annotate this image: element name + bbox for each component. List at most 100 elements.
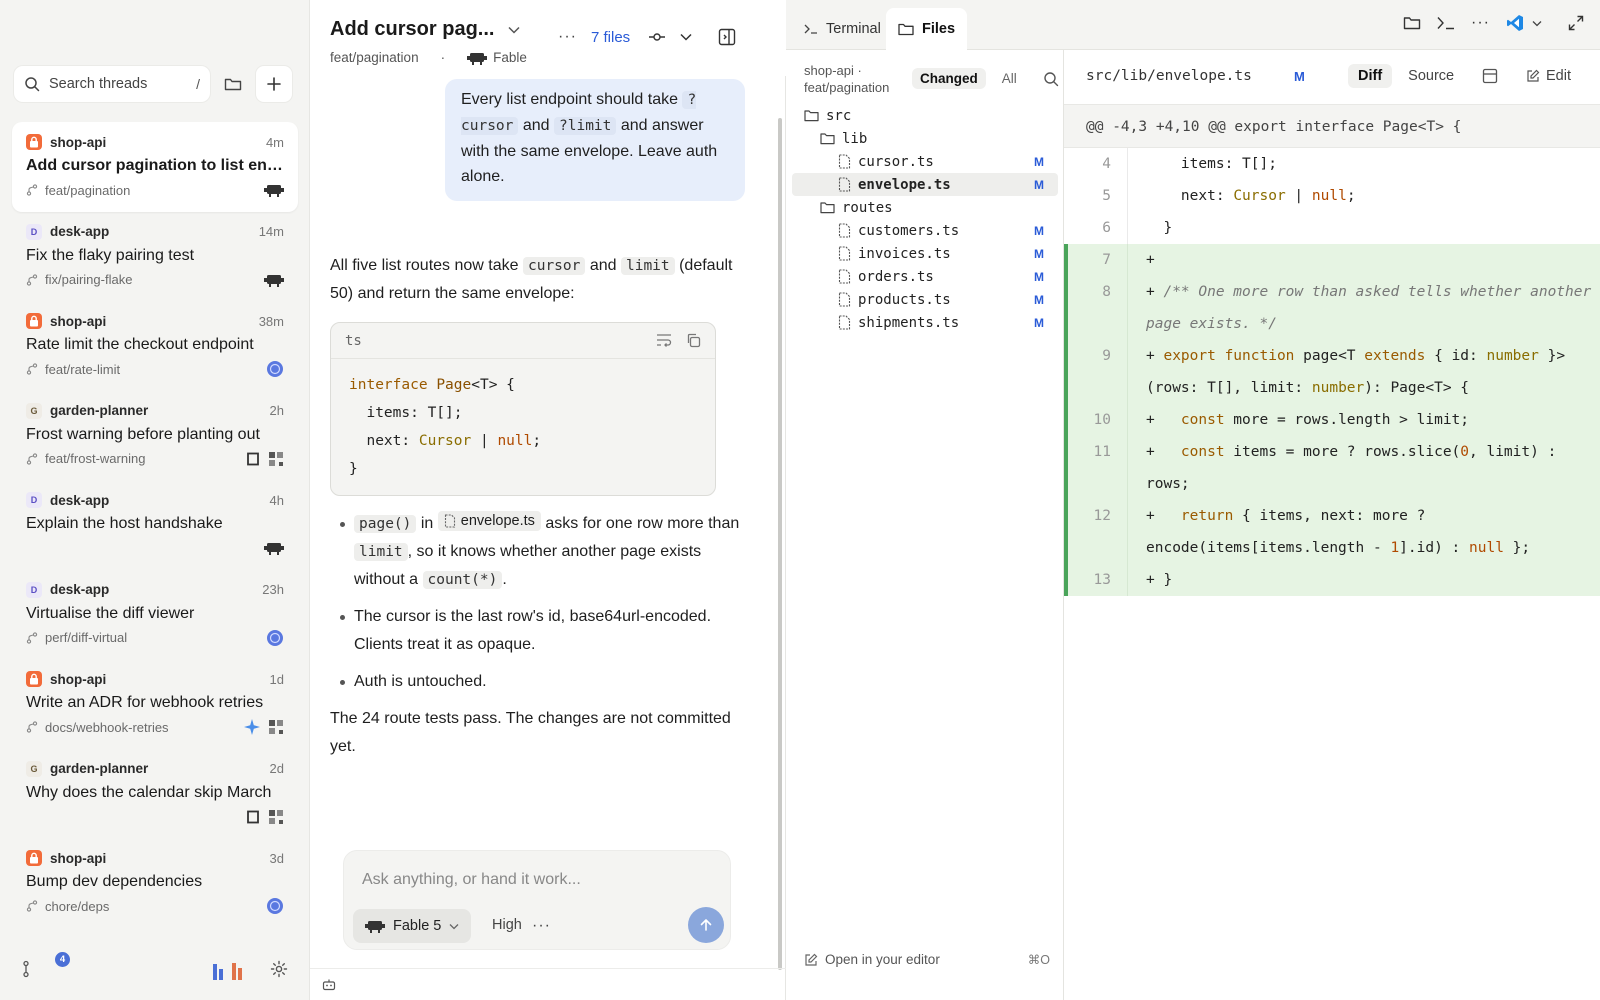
panel-tabbar: Terminal Files ··· — [786, 0, 1600, 50]
search-input[interactable]: Search threads / — [14, 66, 210, 102]
tree-file-cursor[interactable]: cursor.ts M — [786, 150, 1064, 173]
pencil-square-icon — [804, 953, 818, 967]
thread-item[interactable]: Ddesk-app 23h Virtualise the diff viewer pe… — [12, 570, 298, 660]
file-chip[interactable]: envelope.ts — [437, 511, 541, 531]
search-icon[interactable] — [1043, 71, 1059, 87]
settings-button[interactable] — [270, 960, 288, 978]
thread-project: Ddesk-app — [26, 581, 109, 598]
composer-input[interactable]: Ask anything, or hand it work... — [362, 871, 581, 889]
git-branch-icon — [26, 900, 38, 912]
thread-item[interactable]: shop-api 38m Rate limit the checkout endpo… — [12, 301, 298, 391]
thread-title[interactable]: Add cursor pag... — [330, 18, 520, 41]
user-text: and — [522, 117, 550, 134]
thread-item[interactable]: shop-api 1d Write an ADR for webhook retri… — [12, 659, 298, 749]
toggle-panel-icon[interactable] — [718, 28, 736, 46]
open-in-editor-button[interactable]: Open in your editor ⌘O — [804, 952, 1050, 967]
tree-folder-src[interactable]: src — [786, 104, 1064, 127]
tree-folder-routes[interactable]: routes — [786, 196, 1064, 219]
project-badge: D — [26, 223, 42, 240]
tree-file-customers[interactable]: customers.ts M — [786, 219, 1064, 242]
code-language: ts — [345, 332, 362, 349]
thread-item[interactable]: shop-api 3d Bump dev dependencies chore/dep… — [12, 838, 298, 928]
tree-file-envelope[interactable]: envelope.ts M — [792, 173, 1058, 196]
thread-project: shop-api — [26, 134, 106, 150]
robot-icon — [264, 273, 284, 287]
thread-title: Rate limit the checkout endpoint — [26, 336, 254, 353]
thread-item[interactable]: shop-api 4m Add cursor pagination to list … — [12, 122, 298, 212]
file-tree-branch: feat/pagination — [804, 80, 890, 95]
code-block: ts interface Page<T> { items: T[]; next:… — [330, 322, 716, 496]
diff-line: 5 next: Cursor | null; — [1064, 180, 1600, 212]
thread-time: 14m — [258, 224, 284, 239]
usage-meter[interactable] — [212, 960, 246, 980]
inline-code: limit — [354, 543, 408, 561]
bullet-item: Auth is untouched. — [330, 668, 750, 696]
pencil-icon — [1526, 69, 1540, 83]
commit-menu-chevron-icon[interactable] — [680, 33, 692, 41]
source-control-button[interactable]: 4 — [22, 952, 70, 978]
sparkle-icon — [244, 719, 260, 735]
diff-viewer: src/lib/envelope.ts M Diff Source Edit @… — [1064, 50, 1600, 1000]
inline-code: limit — [620, 257, 675, 275]
tab-files[interactable]: Files — [886, 8, 968, 50]
model-robot-icon — [467, 51, 488, 65]
workspace-panel: Terminal Files ··· shop-api · feat/pagin… — [786, 0, 1600, 1000]
thread-branch: feat/rate-limit — [26, 362, 120, 377]
diff-file-path: src/lib/envelope.ts — [1086, 68, 1252, 84]
chat-scrollbar[interactable] — [778, 118, 782, 970]
bot-status-icon[interactable] — [322, 979, 336, 991]
file-tree-project: shop-api · — [804, 63, 862, 78]
thread-branch: feat/frost-warning — [26, 451, 145, 466]
send-button[interactable] — [688, 907, 724, 943]
new-thread-button[interactable] — [256, 66, 292, 102]
thread-title: Frost warning before planting out — [26, 425, 260, 443]
tree-label: lib — [842, 130, 868, 147]
model-label: Fable — [493, 50, 527, 65]
tab-all[interactable]: All — [994, 68, 1025, 89]
open-folder-icon[interactable] — [1403, 15, 1421, 31]
model-picker-button[interactable]: Fable 5 — [353, 909, 472, 943]
split-layout-icon[interactable] — [1482, 68, 1498, 84]
thread-title: Bump dev dependencies — [26, 873, 203, 890]
panel-more-button[interactable]: ··· — [1471, 14, 1490, 32]
tree-file-shipments[interactable]: shipments.ts M — [786, 311, 1064, 334]
thread-item[interactable]: Ddesk-app 14m Fix the flaky pairing test fi… — [12, 212, 298, 302]
tree-file-products[interactable]: products.ts M — [786, 288, 1064, 311]
thread-item[interactable]: Ggarden-planner 2d Why does the calendar s… — [12, 749, 298, 839]
changed-files-link[interactable]: 7 files — [591, 29, 630, 46]
wrap-lines-icon[interactable] — [656, 333, 672, 348]
tab-changed[interactable]: Changed — [912, 68, 986, 89]
line-number: 12 — [1064, 500, 1128, 564]
inline-code: ?limit — [554, 117, 617, 135]
tree-file-orders[interactable]: orders.ts M — [786, 265, 1064, 288]
terminal-prompt-icon[interactable] — [1437, 16, 1455, 30]
mode-source-button[interactable]: Source — [1398, 64, 1464, 88]
thread-time: 4m — [265, 134, 284, 150]
thread-project-label: shop-api — [50, 671, 107, 687]
thread-item[interactable]: Ggarden-planner 2h Frost warning before pl… — [12, 391, 298, 481]
project-badge: D — [26, 581, 42, 598]
thread-item[interactable]: Ddesk-app 4h Explain the host handshake — [12, 480, 298, 570]
arrow-up-icon — [699, 918, 713, 932]
open-in-editor-shortcut: ⌘O — [1027, 953, 1050, 967]
file-status-badge: M — [1034, 177, 1044, 192]
effort-picker[interactable]: High — [492, 917, 522, 933]
robot-icon — [264, 541, 284, 555]
folder-icon — [820, 132, 835, 145]
tab-terminal[interactable]: Terminal — [792, 8, 893, 50]
open-in-vscode-button[interactable] — [1506, 14, 1542, 32]
thread-sidebar: Search threads / shop-api 4m Add cursor pa… — [0, 0, 310, 1000]
composer-more-button[interactable]: ··· — [532, 917, 551, 935]
code-block-header: ts — [331, 323, 715, 359]
more-options-button[interactable]: ··· — [558, 28, 577, 46]
commit-icon[interactable] — [648, 31, 666, 43]
edit-button[interactable]: Edit — [1526, 68, 1571, 84]
tree-folder-lib[interactable]: lib — [786, 127, 1064, 150]
mode-diff-button[interactable]: Diff — [1348, 64, 1393, 88]
thread-branch: fix/pairing-flake — [26, 272, 132, 287]
diff-line: 6 } — [1064, 212, 1600, 244]
expand-icon[interactable] — [1568, 15, 1584, 31]
tree-file-invoices[interactable]: invoices.ts M — [786, 242, 1064, 265]
new-folder-button[interactable] — [216, 67, 250, 101]
copy-icon[interactable] — [686, 333, 701, 348]
